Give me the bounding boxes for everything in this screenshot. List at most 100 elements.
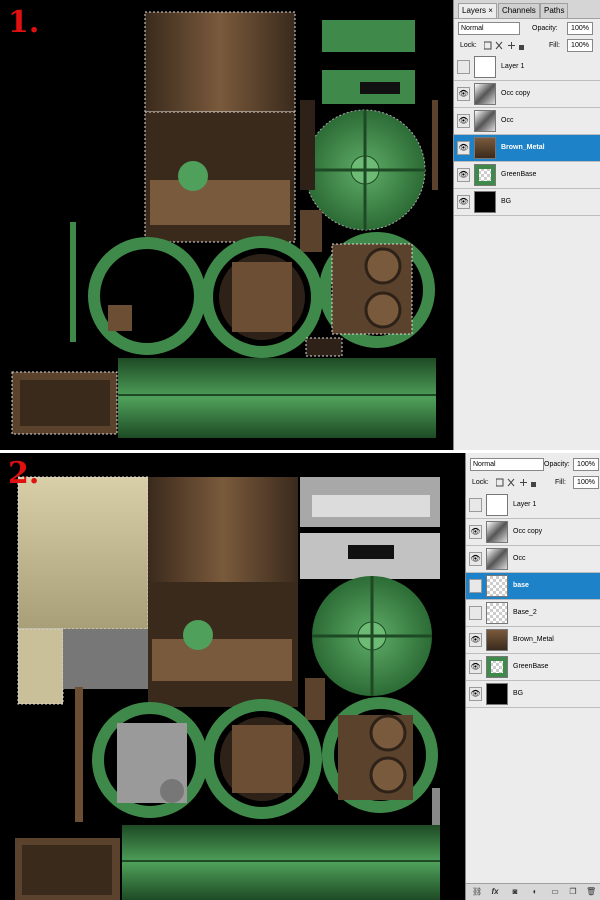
visibility-eye-icon[interactable] bbox=[457, 60, 470, 74]
fill-input[interactable]: 100% bbox=[567, 39, 593, 52]
opacity-label: Opacity: bbox=[532, 25, 558, 32]
layers-panel: Normal Opacity: 100% Lock: Fill: 100% La… bbox=[465, 453, 600, 900]
layer-thumbnail bbox=[486, 494, 508, 516]
layer-row[interactable]: 👁 Brown_Metal bbox=[466, 627, 600, 654]
visibility-eye-icon[interactable]: 👁 bbox=[457, 195, 470, 209]
layer-row[interactable]: Layer 1 bbox=[466, 492, 600, 519]
visibility-eye-icon[interactable]: 👁 bbox=[469, 525, 482, 539]
panel-tabs: Layers × Channels Paths bbox=[454, 0, 600, 19]
layer-thumbnail bbox=[486, 683, 508, 705]
layer-name: Occ bbox=[501, 117, 514, 124]
visibility-eye-icon[interactable] bbox=[469, 498, 482, 512]
fill-label: Fill: bbox=[555, 479, 566, 486]
blend-mode-select[interactable]: Normal bbox=[458, 22, 520, 35]
visibility-eye-icon[interactable]: 👁 bbox=[469, 687, 482, 701]
lock-options: Lock: Fill: 100% bbox=[466, 473, 600, 493]
layer-row[interactable]: base bbox=[466, 573, 600, 600]
layer-thumbnail bbox=[474, 137, 496, 159]
layer-row[interactable]: 👁 Occ bbox=[454, 108, 600, 135]
mask-icon[interactable]: ◙ bbox=[510, 887, 520, 897]
lock-label: Lock: bbox=[472, 479, 489, 486]
visibility-eye-icon[interactable]: 👁 bbox=[469, 660, 482, 674]
layer-thumbnail bbox=[474, 83, 496, 105]
layer-name: Layer 1 bbox=[513, 501, 537, 508]
fill-label: Fill: bbox=[549, 42, 560, 49]
layer-thumbnail bbox=[486, 602, 508, 624]
trash-icon[interactable]: 🗑 bbox=[586, 887, 596, 897]
screenshot-step-1: 1. Layers × Channels Paths Normal Opacit… bbox=[0, 0, 600, 450]
layer-row[interactable]: 👁 BG bbox=[454, 189, 600, 216]
brown-panel bbox=[148, 477, 298, 582]
lock-options: Lock: Fill: 100% bbox=[454, 36, 600, 56]
layer-name: Occ copy bbox=[513, 528, 543, 535]
layer-row[interactable]: 👁 Brown_Metal bbox=[454, 135, 600, 162]
step-number: 1. bbox=[8, 5, 40, 40]
green-small-disc bbox=[178, 161, 208, 191]
green-ring-left bbox=[88, 237, 206, 355]
layer-name: BG bbox=[513, 690, 524, 697]
opacity-input[interactable]: 100% bbox=[567, 22, 593, 35]
layer-row[interactable]: 👁 Occ bbox=[466, 546, 600, 573]
lock-icons[interactable] bbox=[496, 478, 536, 488]
brown-panel bbox=[144, 11, 296, 113]
visibility-eye-icon[interactable]: 👁 bbox=[457, 141, 470, 155]
layer-row[interactable]: Base_2 bbox=[466, 600, 600, 627]
visibility-eye-icon[interactable] bbox=[469, 579, 482, 593]
layer-name: base bbox=[513, 582, 529, 589]
layer-name: Occ copy bbox=[501, 90, 531, 97]
layer-thumbnail bbox=[486, 656, 508, 678]
fx-icon[interactable]: fx bbox=[490, 887, 500, 897]
visibility-eye-icon[interactable]: 👁 bbox=[457, 114, 470, 128]
link-icon[interactable]: ⛓ bbox=[472, 887, 482, 897]
layer-row[interactable]: Layer 1 bbox=[454, 54, 600, 81]
tab-channels[interactable]: Channels bbox=[498, 3, 540, 18]
layer-name: GreenBase bbox=[501, 171, 537, 178]
layer-row[interactable]: 👁 BG bbox=[466, 681, 600, 708]
layer-thumbnail bbox=[474, 164, 496, 186]
visibility-eye-icon[interactable]: 👁 bbox=[457, 168, 470, 182]
step-number: 2. bbox=[8, 456, 40, 491]
brown-inner bbox=[150, 180, 290, 225]
lock-label: Lock: bbox=[460, 42, 477, 49]
layer-name: BG bbox=[501, 198, 512, 205]
visibility-eye-icon[interactable]: 👁 bbox=[469, 633, 482, 647]
tab-paths[interactable]: Paths bbox=[540, 3, 569, 18]
layer-name: GreenBase bbox=[513, 663, 549, 670]
blend-options: Normal Opacity: 100% bbox=[466, 455, 600, 475]
adjustment-icon[interactable]: ◐ bbox=[530, 887, 540, 897]
lock-icons[interactable] bbox=[484, 41, 524, 51]
layer-thumbnail bbox=[474, 56, 496, 78]
uv-texture-map bbox=[11, 11, 438, 438]
layer-row[interactable]: 👁 Occ copy bbox=[466, 519, 600, 546]
opacity-label: Opacity: bbox=[544, 461, 570, 468]
blend-mode-select[interactable]: Normal bbox=[470, 458, 544, 471]
new-layer-icon[interactable]: ❐ bbox=[568, 887, 578, 897]
layer-name: Brown_Metal bbox=[513, 636, 554, 643]
layer-thumbnail bbox=[486, 575, 508, 597]
layer-thumbnail bbox=[486, 521, 508, 543]
texture-canvas bbox=[0, 0, 453, 450]
green-bar bbox=[118, 358, 436, 438]
layer-thumbnail bbox=[486, 548, 508, 570]
layer-row[interactable]: 👁 GreenBase bbox=[454, 162, 600, 189]
layer-name: Layer 1 bbox=[501, 63, 525, 70]
texture-canvas bbox=[0, 453, 465, 900]
layer-name: Brown_Metal bbox=[501, 144, 545, 151]
uv-texture-map bbox=[15, 476, 440, 900]
green-piece-top bbox=[322, 20, 415, 52]
opacity-input[interactable]: 100% bbox=[573, 458, 599, 471]
layer-thumbnail bbox=[474, 191, 496, 213]
fill-input[interactable]: 100% bbox=[573, 476, 599, 489]
layers-panel: Layers × Channels Paths Normal Opacity: … bbox=[453, 0, 600, 450]
screenshot-step-2: 2. Normal Opacity: 100% Lock: Fill: 100%… bbox=[0, 453, 600, 900]
layer-name: Base_2 bbox=[513, 609, 537, 616]
layer-row[interactable]: 👁 GreenBase bbox=[466, 654, 600, 681]
visibility-eye-icon[interactable]: 👁 bbox=[469, 552, 482, 566]
visibility-eye-icon[interactable] bbox=[469, 606, 482, 620]
folder-icon[interactable]: ▭ bbox=[550, 887, 560, 897]
layer-row[interactable]: 👁 Occ copy bbox=[454, 81, 600, 108]
tab-layers[interactable]: Layers × bbox=[458, 3, 497, 18]
visibility-eye-icon[interactable]: 👁 bbox=[457, 87, 470, 101]
layer-thumbnail bbox=[486, 629, 508, 651]
green-bar bbox=[122, 825, 440, 900]
